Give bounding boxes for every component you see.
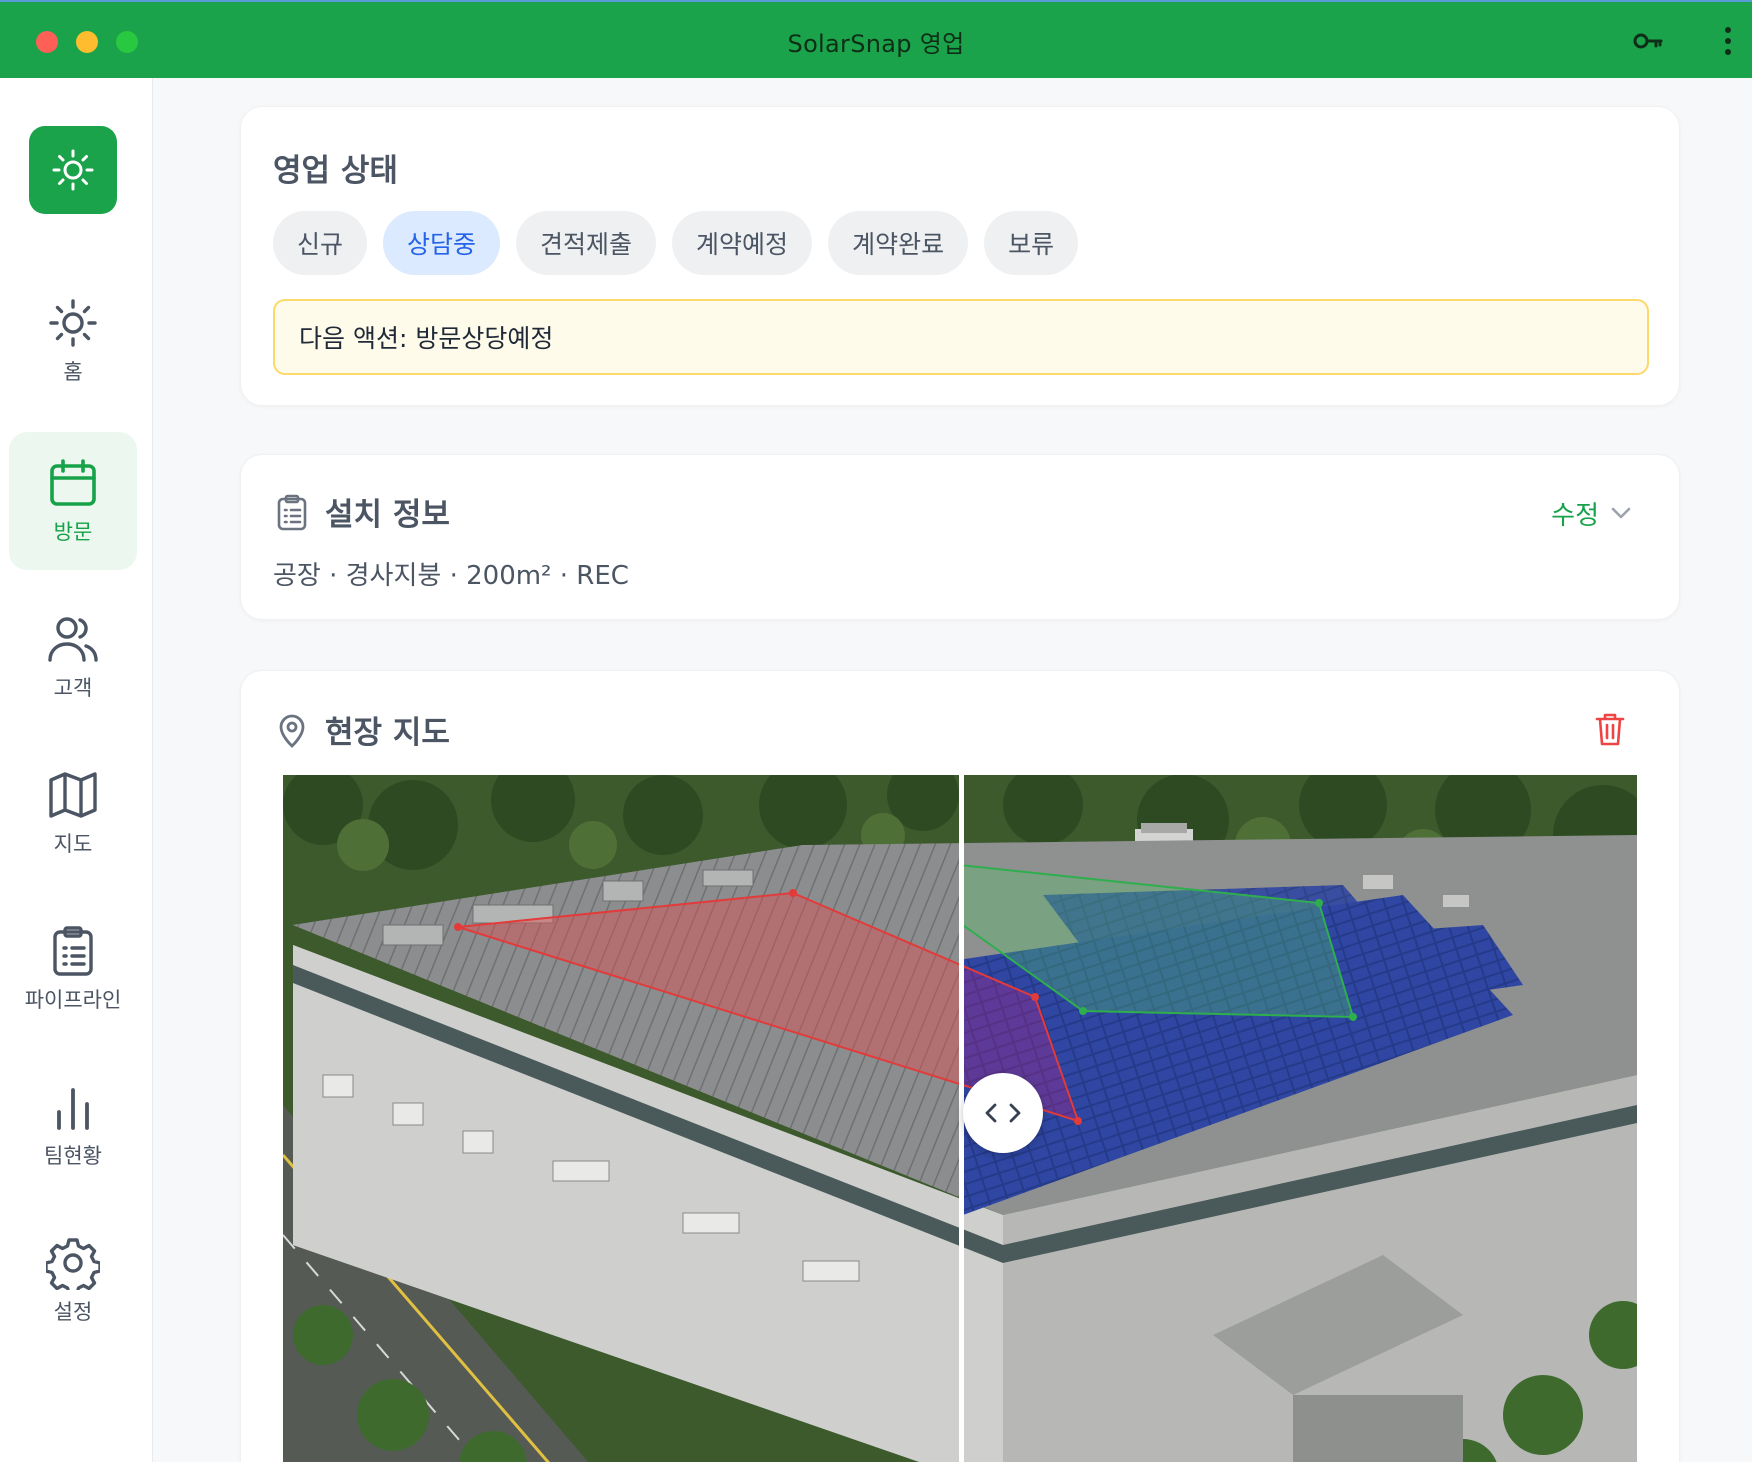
- sidebar-item-label: 방문: [53, 520, 93, 544]
- before-after-aerial-view[interactable]: [283, 775, 1637, 1462]
- sales-status-card: 영업 상태 신규 상담중 견적제출 계약예정 계약완료 보류 다음 액션: 방문…: [240, 106, 1680, 406]
- app-logo[interactable]: [29, 126, 117, 214]
- install-info-card: 설치 정보 공장 · 경사지붕 · 200m² · REC 수정: [240, 454, 1680, 620]
- chevron-down-icon[interactable]: [1607, 499, 1635, 527]
- sidebar: 홈 방문 고객 지도 파이프라인 팀현황 설정: [0, 78, 153, 1462]
- chevrons-left-right-icon: [985, 1103, 1021, 1123]
- sidebar-item-map[interactable]: 지도: [9, 744, 137, 882]
- status-chip-contract-done[interactable]: 계약완료: [828, 211, 969, 275]
- clipboard-list-icon: [277, 494, 307, 530]
- title-bar: SolarSnap 영업: [0, 0, 1752, 78]
- install-info-header: 설치 정보: [273, 489, 450, 534]
- clipboard-list-icon: [53, 926, 93, 976]
- map-pin-icon: [279, 714, 305, 748]
- trash-icon[interactable]: [1593, 711, 1627, 747]
- gear-icon: [46, 1238, 100, 1290]
- install-summary: 공장 · 경사지붕 · 200m² · REC: [273, 561, 629, 591]
- key-icon[interactable]: [1632, 28, 1664, 54]
- status-chip-group: 신규 상담중 견적제출 계약예정 계약완료 보류: [273, 211, 1079, 275]
- site-map-card: 현장 지도: [240, 670, 1680, 1462]
- sidebar-item-label: 설정: [53, 1300, 93, 1324]
- users-icon: [48, 617, 98, 662]
- window-title: SolarSnap 영업: [787, 30, 965, 58]
- section-title: 현장 지도: [325, 715, 450, 751]
- status-chip-on-hold[interactable]: 보류: [984, 211, 1079, 275]
- sidebar-item-settings[interactable]: 설정: [9, 1212, 137, 1350]
- sidebar-item-customers[interactable]: 고객: [9, 588, 137, 726]
- sidebar-item-label: 지도: [53, 832, 93, 856]
- sidebar-item-visits[interactable]: 방문: [9, 432, 137, 570]
- sidebar-item-label: 파이프라인: [24, 988, 122, 1012]
- compare-slider-handle[interactable]: [963, 1073, 1043, 1153]
- more-vertical-icon[interactable]: [1718, 24, 1738, 58]
- sun-icon: [52, 149, 94, 191]
- next-action-notice: 다음 액션: 방문상당예정: [273, 299, 1649, 375]
- site-map-header: 현장 지도: [273, 707, 450, 752]
- sidebar-item-home[interactable]: 홈: [9, 272, 137, 410]
- status-chip-consulting[interactable]: 상담중: [383, 211, 501, 275]
- section-title: 영업 상태: [273, 153, 398, 189]
- status-chip-quote-submitted[interactable]: 견적제출: [516, 211, 657, 275]
- sidebar-item-label: 홈: [63, 360, 83, 384]
- calendar-icon: [50, 459, 96, 506]
- section-title: 설치 정보: [325, 497, 450, 533]
- sidebar-item-label: 고객: [53, 676, 93, 700]
- status-chip-new[interactable]: 신규: [273, 211, 368, 275]
- sidebar-item-team-status[interactable]: 팀현황: [9, 1056, 137, 1194]
- status-chip-contract-pending[interactable]: 계약예정: [672, 211, 813, 275]
- bar-chart-icon: [57, 1088, 89, 1130]
- map-icon: [49, 772, 97, 818]
- sun-icon: [49, 299, 97, 347]
- edit-button[interactable]: 수정: [1551, 495, 1599, 532]
- aerial-roof-image: [283, 775, 1637, 1462]
- sidebar-item-pipeline[interactable]: 파이프라인: [9, 900, 137, 1038]
- sidebar-item-label: 팀현황: [44, 1144, 102, 1168]
